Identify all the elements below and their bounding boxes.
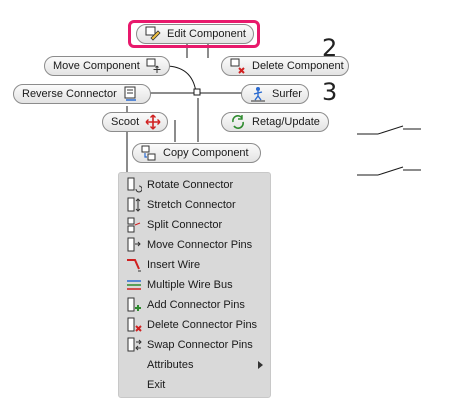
move-component-label: Move Component — [53, 60, 140, 72]
menu-item-label: Move Connector Pins — [147, 239, 253, 251]
reverse-connector-button[interactable]: Reverse Connector — [13, 84, 151, 104]
menu-item-label: Attributes — [147, 359, 194, 371]
edit-component-button[interactable]: Edit Component — [136, 24, 254, 44]
rotate-connector-icon — [126, 177, 142, 193]
menu-item-label: Exit — [147, 379, 166, 391]
surfer-icon — [250, 86, 266, 102]
wire-arc — [164, 65, 197, 93]
move-connector-pins-icon — [126, 237, 142, 253]
drawing-label-3: 3 — [322, 78, 338, 106]
delete-component-label: Delete Component — [252, 60, 344, 72]
surfer-label: Surfer — [272, 88, 302, 100]
add-connector-pins-icon — [126, 297, 142, 313]
retag-update-icon — [230, 114, 246, 130]
swap-connector-pins-icon — [126, 337, 142, 353]
submenu-arrow-icon — [258, 361, 263, 369]
menu-item-attributes[interactable]: Attributes — [119, 355, 270, 375]
reverse-connector-icon — [123, 86, 139, 102]
edit-component-label: Edit Component — [167, 28, 246, 40]
copy-component-icon — [141, 145, 157, 161]
menu-item-multiple-wire-bus[interactable]: Multiple Wire Bus — [119, 275, 270, 295]
context-menu: Rotate Connector Stretch Connector Split… — [118, 172, 271, 398]
menu-item-label: Rotate Connector — [147, 179, 234, 191]
multiple-wire-bus-icon — [126, 277, 142, 293]
menu-item-delete-connector-pins[interactable]: Delete Connector Pins — [119, 315, 270, 335]
reverse-connector-label: Reverse Connector — [22, 88, 117, 100]
menu-item-label: Add Connector Pins — [147, 299, 245, 311]
copy-component-label: Copy Component — [163, 147, 249, 159]
menu-item-swap-connector-pins[interactable]: Swap Connector Pins — [119, 335, 270, 355]
split-connector-icon — [126, 217, 142, 233]
copy-component-button[interactable]: Copy Component — [132, 143, 261, 163]
delete-connector-pins-icon — [126, 317, 142, 333]
menu-item-label: Split Connector — [147, 219, 223, 231]
menu-item-label: Stretch Connector — [147, 199, 236, 211]
move-component-icon — [146, 58, 162, 74]
menu-item-label: Insert Wire — [147, 259, 201, 271]
surfer-button[interactable]: Surfer — [241, 84, 309, 104]
menu-item-label: Delete Connector Pins — [147, 319, 258, 331]
switch-bottom-blade — [377, 166, 404, 176]
menu-item-label: Swap Connector Pins — [147, 339, 253, 351]
retag-update-label: Retag/Update — [252, 116, 320, 128]
delete-component-icon — [230, 58, 246, 74]
menu-item-move-connector-pins[interactable]: Move Connector Pins — [119, 235, 270, 255]
menu-item-stretch-connector[interactable]: Stretch Connector — [119, 195, 270, 215]
menu-item-rotate-connector[interactable]: Rotate Connector — [119, 175, 270, 195]
edit-component-icon — [145, 26, 161, 42]
scoot-button[interactable]: Scoot — [102, 112, 168, 132]
move-component-button[interactable]: Move Component — [44, 56, 170, 76]
scoot-label: Scoot — [111, 116, 140, 128]
scoot-icon — [145, 114, 161, 130]
insert-wire-icon — [126, 257, 142, 273]
menu-item-exit[interactable]: Exit — [119, 375, 270, 395]
switch-top-blade — [377, 125, 404, 135]
menu-item-add-connector-pins[interactable]: Add Connector Pins — [119, 295, 270, 315]
stretch-connector-icon — [126, 197, 142, 213]
menu-item-split-connector[interactable]: Split Connector — [119, 215, 270, 235]
menu-item-insert-wire[interactable]: Insert Wire — [119, 255, 270, 275]
delete-component-button[interactable]: Delete Component — [221, 56, 349, 76]
junction-node — [193, 88, 201, 96]
menu-item-label: Multiple Wire Bus — [147, 279, 233, 291]
retag-update-button[interactable]: Retag/Update — [221, 112, 329, 132]
